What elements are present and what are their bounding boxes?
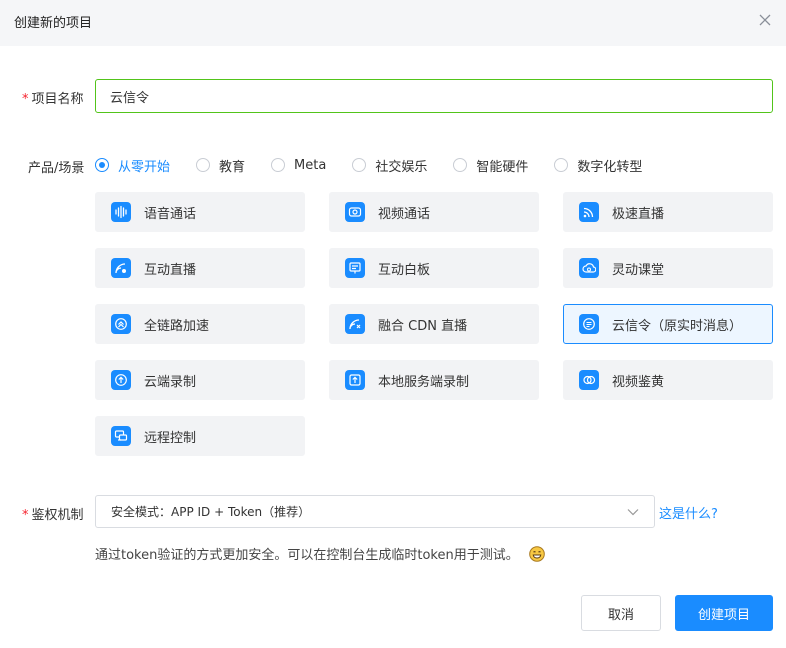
whiteboard-icon	[345, 258, 365, 278]
auth-label: * 鉴权机制	[22, 504, 84, 523]
auth-mode-value: 安全模式：APP ID + Token（推荐）	[111, 505, 311, 519]
product-card-label: 远程控制	[144, 430, 197, 446]
scene-radio-from-scratch[interactable]: 从零开始	[95, 156, 170, 175]
product-card-label: 灵动课堂	[612, 262, 665, 278]
radio-label: 教育	[219, 159, 246, 175]
project-name-label: * 项目名称	[22, 88, 84, 107]
product-card-fast-live[interactable]: 极速直播	[563, 192, 773, 232]
product-card-label: 云端录制	[144, 374, 197, 390]
product-card-voice-call[interactable]: 语音通话	[95, 192, 305, 232]
auth-hint: 通过token验证的方式更加安全。可以在控制台生成临时token用于测试。	[95, 544, 545, 563]
product-card-flexible-classroom[interactable]: 灵动课堂	[563, 248, 773, 288]
remote-control-icon	[111, 426, 131, 446]
radio-label: 智能硬件	[476, 159, 529, 175]
auth-mode-select[interactable]: 安全模式：APP ID + Token（推荐）	[95, 495, 655, 528]
product-card-local-server-recording[interactable]: 本地服务端录制	[329, 360, 539, 400]
product-card-cloud-signaling[interactable]: 云信令（原实时消息）	[563, 304, 773, 344]
product-card-video-call[interactable]: 视频通话	[329, 192, 539, 232]
auth-label-text: 鉴权机制	[31, 508, 84, 523]
product-card-remote-control[interactable]: 远程控制	[95, 416, 305, 456]
radio-dot	[95, 158, 109, 172]
cdn-icon	[345, 314, 365, 334]
video-review-icon	[579, 370, 599, 390]
cloud-classroom-icon	[579, 258, 599, 278]
scene-radio-group: 从零开始 教育 Meta 社交娱乐 智能硬件 数字化转型	[95, 156, 668, 175]
create-project-button[interactable]: 创建项目	[675, 595, 773, 631]
dialog-title: 创建新的项目	[14, 16, 93, 31]
radio-label: 数字化转型	[577, 159, 643, 175]
product-card-label: 语音通话	[144, 206, 197, 222]
product-card-label: 互动直播	[144, 262, 197, 278]
message-icon	[579, 314, 599, 334]
project-name-input[interactable]	[95, 79, 773, 113]
product-card-label: 极速直播	[612, 206, 665, 222]
product-card-interactive-live[interactable]: 互动直播	[95, 248, 305, 288]
scene-radio-digital-transformation[interactable]: 数字化转型	[554, 156, 642, 175]
radio-label: Meta	[294, 157, 327, 173]
auth-hint-text: 通过token验证的方式更加安全。可以在控制台生成临时token用于测试。	[95, 548, 519, 563]
radio-label: 社交娱乐	[375, 159, 428, 175]
scene-radio-smart-hardware[interactable]: 智能硬件	[453, 156, 528, 175]
product-card-label: 融合 CDN 直播	[378, 318, 468, 334]
project-name-label-text: 项目名称	[31, 92, 84, 107]
product-card-label: 云信令（原实时消息）	[612, 318, 743, 334]
scene-radio-social[interactable]: 社交娱乐	[352, 156, 427, 175]
radio-label: 从零开始	[118, 159, 171, 175]
product-card-cdn-live[interactable]: 融合 CDN 直播	[329, 304, 539, 344]
auth-help-link[interactable]: 这是什么?	[659, 503, 718, 522]
radio-dot	[554, 158, 569, 172]
close-icon[interactable]	[758, 13, 772, 27]
product-card-video-moderation[interactable]: 视频鉴黄	[563, 360, 773, 400]
scene-label: 产品/场景	[28, 161, 85, 176]
radio-dot	[271, 158, 286, 172]
accelerate-icon	[111, 314, 131, 334]
radio-dot	[352, 158, 367, 172]
product-card-label: 本地服务端录制	[378, 374, 470, 390]
required-mark: *	[22, 508, 29, 523]
product-card-full-link-acceleration[interactable]: 全链路加速	[95, 304, 305, 344]
dialog-header: 创建新的项目	[0, 0, 786, 46]
scene-radio-education[interactable]: 教育	[196, 156, 245, 175]
product-card-cloud-recording[interactable]: 云端录制	[95, 360, 305, 400]
radio-dot	[453, 158, 468, 172]
server-upload-icon	[345, 370, 365, 390]
product-card-label: 视频鉴黄	[612, 374, 665, 390]
required-mark: *	[22, 92, 29, 107]
cloud-upload-icon	[111, 370, 131, 390]
cancel-button[interactable]: 取消	[581, 595, 661, 631]
radio-dot	[196, 158, 211, 172]
voice-wave-icon	[111, 202, 131, 222]
product-card-label: 互动白板	[378, 262, 431, 278]
broadcast-icon	[579, 202, 599, 222]
product-card-label: 全链路加速	[144, 318, 210, 334]
grin-emoji-icon	[528, 545, 545, 562]
chevron-down-icon	[627, 508, 639, 515]
live-icon	[111, 258, 131, 278]
product-card-whiteboard[interactable]: 互动白板	[329, 248, 539, 288]
product-card-label: 视频通话	[378, 206, 431, 222]
camera-icon	[345, 202, 365, 222]
scene-radio-meta[interactable]: Meta	[271, 158, 326, 173]
